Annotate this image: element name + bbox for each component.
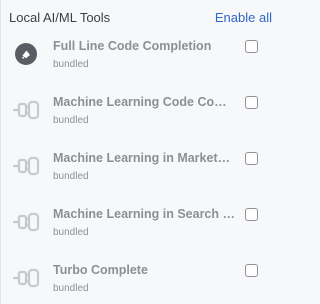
plugin-name: Machine Learning Code Compl... (53, 95, 235, 109)
plugin-name: Turbo Complete (53, 263, 148, 277)
plugin-tag: bundled (53, 59, 89, 70)
plugin-tag: bundled (53, 171, 89, 182)
plugin-row-ml-code-completion[interactable]: Machine Learning Code Compl... bundled (1, 84, 280, 140)
plugin-tag: bundled (53, 283, 89, 294)
plugin-name: Full Line Code Completion (53, 39, 212, 53)
plugin-enable-checkbox[interactable] (245, 40, 258, 53)
plugin-name: Machine Learning in Marketplace (53, 151, 235, 165)
enable-all-link[interactable]: Enable all (215, 10, 272, 25)
plugin-plug-icon (11, 151, 41, 181)
plugin-enable-checkbox[interactable] (245, 264, 258, 277)
plugin-plug-icon (11, 95, 41, 125)
plugin-row-turbo-complete[interactable]: Turbo Complete bundled (1, 252, 280, 304)
plugin-enable-checkbox[interactable] (245, 96, 258, 109)
plugin-plug-icon (11, 263, 41, 293)
plugin-row-full-line-code-completion[interactable]: Full Line Code Completion bundled (1, 28, 280, 84)
plugin-enable-checkbox[interactable] (245, 208, 258, 221)
local-ai-ml-tools-panel: Local AI/ML Tools Enable all Full Line C… (0, 0, 280, 304)
section-title: Local AI/ML Tools (9, 9, 111, 25)
plugin-tag: bundled (53, 227, 89, 238)
plugin-row-ml-in-search-everywhere[interactable]: Machine Learning in Search Eve... bundle… (1, 196, 280, 252)
plugin-list: Full Line Code Completion bundled Machin… (1, 28, 280, 304)
plugin-row-ml-in-marketplace[interactable]: Machine Learning in Marketplace bundled (1, 140, 280, 196)
plugin-plug-icon (11, 207, 41, 237)
plugin-enable-checkbox[interactable] (245, 152, 258, 165)
plugin-name: Machine Learning in Search Eve... (53, 207, 235, 221)
plugin-tag: bundled (53, 115, 89, 126)
full-line-code-completion-icon (11, 39, 41, 69)
